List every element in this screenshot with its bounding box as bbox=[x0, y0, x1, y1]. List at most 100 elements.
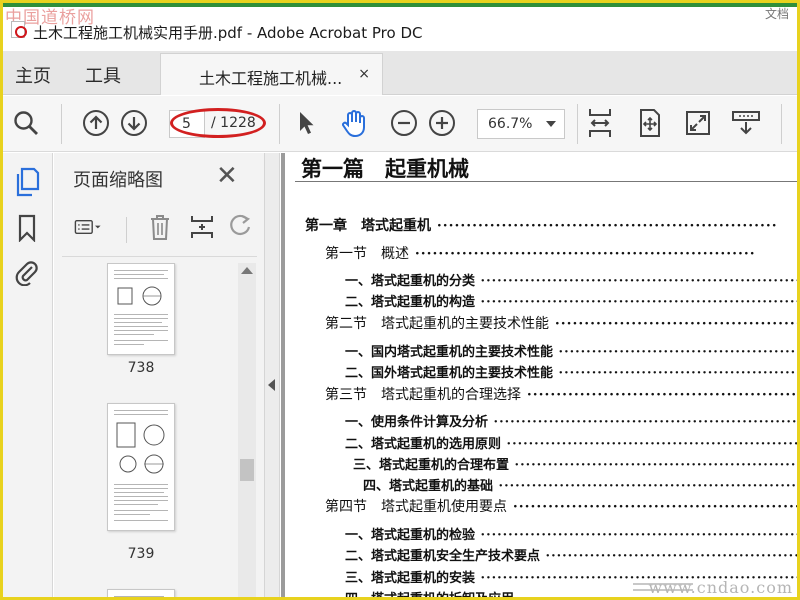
bookmark-icon[interactable] bbox=[13, 213, 41, 243]
menu-bar: 主页 工具 土木工程施工机械... × bbox=[3, 51, 797, 95]
toc-entry[interactable]: 二、国外塔式起重机的主要技术性能 ·······················… bbox=[345, 362, 797, 381]
collapse-panel-icon[interactable] bbox=[268, 379, 275, 391]
diagram-figure bbox=[117, 286, 162, 306]
toc-entry[interactable]: 二、塔式起重机的选用原则 ···························… bbox=[345, 433, 797, 452]
thumbnail-page[interactable] bbox=[107, 263, 175, 355]
thumbnail-list: 738 739 bbox=[54, 263, 234, 597]
toolbar-divider bbox=[61, 104, 62, 144]
toc-entry[interactable]: 一、使用条件计算及分析 ····························… bbox=[345, 411, 797, 430]
page-thumbnails-icon[interactable] bbox=[13, 167, 41, 197]
document-tab-label: 土木工程施工机械... bbox=[199, 69, 343, 88]
menu-tools[interactable]: 工具 bbox=[85, 62, 121, 88]
toc-leader-dots: ········································… bbox=[475, 295, 797, 310]
toc-entry[interactable]: 第一节 概述 ·································… bbox=[325, 243, 797, 263]
window-title: 土木工程施工机械实用手册.pdf - Adobe Acrobat Pro DC bbox=[33, 24, 423, 42]
document-view[interactable]: 第一篇 起重机械 第一章 塔式起重机 ·····················… bbox=[281, 153, 797, 600]
options-menu-icon[interactable] bbox=[74, 213, 102, 241]
thumbnail-scrollbar[interactable] bbox=[238, 263, 256, 597]
toc-entry-text: 一、使用条件计算及分析 bbox=[345, 415, 489, 430]
toc-entry-text: 二、国外塔式起重机的主要技术性能 bbox=[345, 366, 554, 381]
panel-toolbar bbox=[64, 203, 259, 249]
scrolling-mode-icon[interactable] bbox=[731, 108, 761, 138]
fit-page-icon[interactable] bbox=[635, 108, 665, 138]
zoom-out-icon[interactable] bbox=[389, 108, 419, 138]
page-number-input[interactable]: 5 bbox=[169, 110, 205, 138]
main-toolbar: 5 / 1228 66.7% bbox=[3, 96, 797, 152]
toc-leader-dots: ········································… bbox=[554, 316, 797, 332]
insert-page-icon[interactable] bbox=[188, 213, 216, 241]
hand-tool-icon[interactable] bbox=[339, 108, 369, 138]
close-tab-icon[interactable]: × bbox=[358, 66, 370, 82]
toc-leader-dots: ········································… bbox=[545, 549, 797, 564]
toc-entry[interactable]: 二、塔式起重机安全生产技术要点 ························… bbox=[345, 545, 797, 564]
thumbnail-page-number: 738 bbox=[127, 360, 155, 376]
scrollbar-thumb[interactable] bbox=[240, 459, 254, 481]
toc-entry[interactable]: 三、塔式起重机的合理布置 ···························… bbox=[353, 454, 797, 473]
toc-leader-dots: ········································… bbox=[431, 218, 778, 234]
thumbnail-page[interactable] bbox=[107, 403, 175, 531]
toc-entry[interactable]: 一、塔式起重机的检验 ·····························… bbox=[345, 524, 797, 543]
panel-splitter[interactable] bbox=[264, 153, 280, 597]
delete-page-icon[interactable] bbox=[146, 213, 174, 241]
toc-entry[interactable]: 一、国内塔式起重机的主要技术性能 ·······················… bbox=[345, 341, 797, 360]
toc-leader-dots: ········································… bbox=[488, 415, 797, 430]
toc-entry[interactable]: 第二节 塔式起重机的主要技术性能 ·······················… bbox=[325, 313, 797, 333]
title-rule bbox=[295, 181, 797, 182]
menu-home[interactable]: 主页 bbox=[15, 62, 51, 88]
toolbar-divider bbox=[781, 104, 782, 144]
scroll-up-arrow-icon[interactable] bbox=[241, 267, 253, 274]
thumbnail-panel: 页面缩略图 ✕ 738 739 bbox=[54, 153, 264, 597]
toc-entry-text: 三、塔式起重机的安装 bbox=[345, 571, 476, 586]
toc-entry[interactable]: 第一章 塔式起重机 ······························… bbox=[305, 215, 797, 235]
toc-leader-dots: ········································… bbox=[558, 345, 797, 360]
next-page-icon[interactable] bbox=[119, 108, 149, 138]
toc-leader-dots: ········································… bbox=[558, 366, 797, 381]
toc-entry-text: 第二节 塔式起重机的主要技术性能 bbox=[325, 316, 549, 332]
toc-leader-dots: ········································… bbox=[475, 528, 797, 543]
search-icon[interactable] bbox=[11, 108, 41, 138]
toc-entry-text: 第一章 塔式起重机 bbox=[305, 218, 431, 234]
toc-entry-text: 第一节 概述 bbox=[325, 246, 409, 262]
attachment-icon[interactable] bbox=[13, 257, 41, 287]
acrobat-window: 中国道桥网 土木工程施工机械实用手册.pdf - Adobe Acrobat P… bbox=[0, 0, 800, 600]
toc-leader-dots: ········································… bbox=[475, 274, 797, 289]
zoom-in-icon[interactable] bbox=[427, 108, 457, 138]
close-panel-icon[interactable]: ✕ bbox=[216, 163, 238, 189]
zoom-value: 66.7% bbox=[488, 116, 533, 132]
zoom-level-select[interactable]: 66.7% bbox=[477, 109, 565, 139]
full-screen-icon[interactable] bbox=[683, 108, 713, 138]
toc-leader-dots: ········································… bbox=[493, 479, 797, 494]
toc-entry-text: 四、塔式起重机的基础 bbox=[363, 479, 494, 494]
rotate-page-icon[interactable] bbox=[227, 213, 255, 241]
toolbar-divider bbox=[279, 104, 280, 144]
toc-leader-dots: ········································… bbox=[512, 499, 797, 515]
toc-entry-text: 二、塔式起重机安全生产技术要点 bbox=[345, 549, 541, 564]
thumbnail-page[interactable] bbox=[107, 589, 175, 597]
toc-leader-dots: ········································… bbox=[514, 458, 797, 473]
toc-entry[interactable]: 第四节 塔式起重机使用要点 ··························… bbox=[325, 496, 797, 516]
panel-divider bbox=[126, 217, 127, 243]
toc-entry-text: 一、国内塔式起重机的主要技术性能 bbox=[345, 345, 554, 360]
left-tool-rail bbox=[3, 153, 53, 597]
toc-entry[interactable]: 第三节 塔式起重机的合理选择 ·························… bbox=[325, 384, 797, 404]
toc-entry-text: 四、塔式起重机的拆卸及应用 bbox=[345, 592, 515, 600]
toc-entry-text: 第四节 塔式起重机使用要点 bbox=[325, 499, 507, 515]
toc-entry[interactable]: 一、塔式起重机的分类 ·····························… bbox=[345, 270, 797, 289]
previous-page-icon[interactable] bbox=[81, 108, 111, 138]
toc-entry-text: 一、塔式起重机的检验 bbox=[345, 528, 476, 543]
fit-width-icon[interactable] bbox=[585, 108, 615, 138]
select-cursor-icon[interactable] bbox=[291, 108, 321, 138]
document-tab[interactable]: 土木工程施工机械... × bbox=[160, 53, 383, 95]
toc-entry-text: 三、塔式起重机的合理布置 bbox=[353, 458, 510, 473]
toc-entry[interactable]: 四、塔式起重机的基础 ·····························… bbox=[363, 475, 797, 494]
part-title: 第一篇 起重机械 bbox=[301, 156, 469, 181]
page-total: / 1228 bbox=[211, 115, 256, 131]
chevron-down-icon bbox=[546, 121, 556, 127]
pdf-file-icon bbox=[11, 21, 27, 38]
thumbnail-page-number: 739 bbox=[127, 546, 155, 562]
panel-separator bbox=[62, 256, 257, 257]
toc-leader-dots: ········································… bbox=[409, 246, 756, 262]
toc-leader-dots: ········································… bbox=[501, 437, 797, 452]
toc-entry[interactable]: 二、塔式起重机的构造 ·····························… bbox=[345, 291, 797, 310]
corner-text: 文档 bbox=[764, 7, 789, 21]
